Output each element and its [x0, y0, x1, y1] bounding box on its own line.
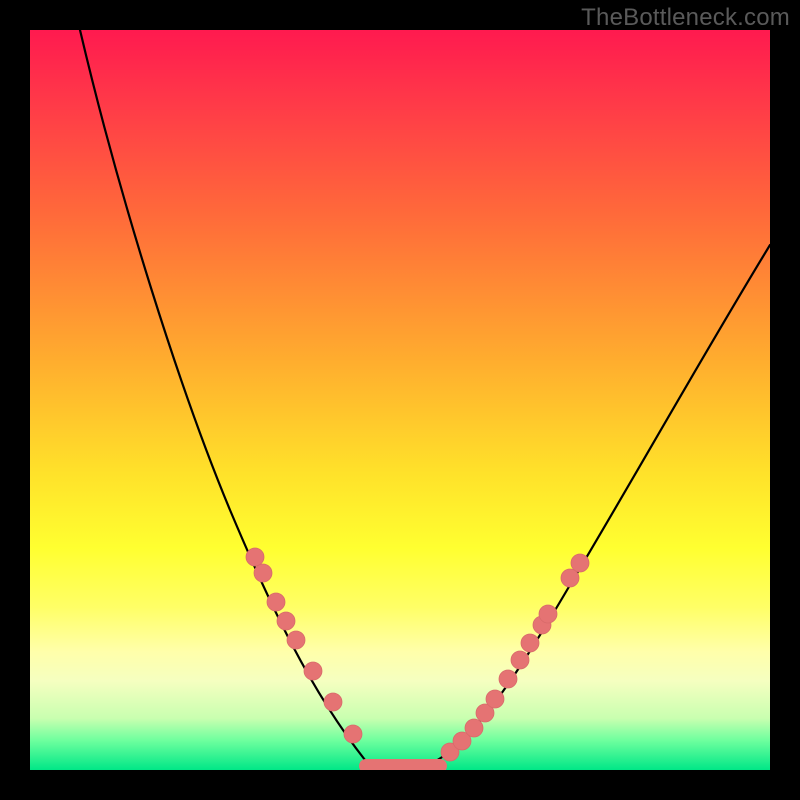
data-point: [344, 725, 362, 743]
data-point: [486, 690, 504, 708]
data-point: [521, 634, 539, 652]
data-point: [267, 593, 285, 611]
data-point: [277, 612, 295, 630]
data-point: [539, 605, 557, 623]
data-point: [246, 548, 264, 566]
chart-frame: TheBottleneck.com: [0, 0, 800, 800]
bottleneck-chart: [30, 30, 770, 770]
data-point: [561, 569, 579, 587]
data-point: [304, 662, 322, 680]
data-point: [499, 670, 517, 688]
data-point: [324, 693, 342, 711]
bottleneck-curve: [80, 30, 770, 769]
data-point: [287, 631, 305, 649]
data-points-right: [441, 554, 589, 761]
data-point: [511, 651, 529, 669]
data-point: [465, 719, 483, 737]
data-points-left: [246, 548, 362, 743]
plot-area: [30, 30, 770, 770]
data-point: [254, 564, 272, 582]
data-point: [571, 554, 589, 572]
watermark-text: TheBottleneck.com: [581, 4, 790, 32]
